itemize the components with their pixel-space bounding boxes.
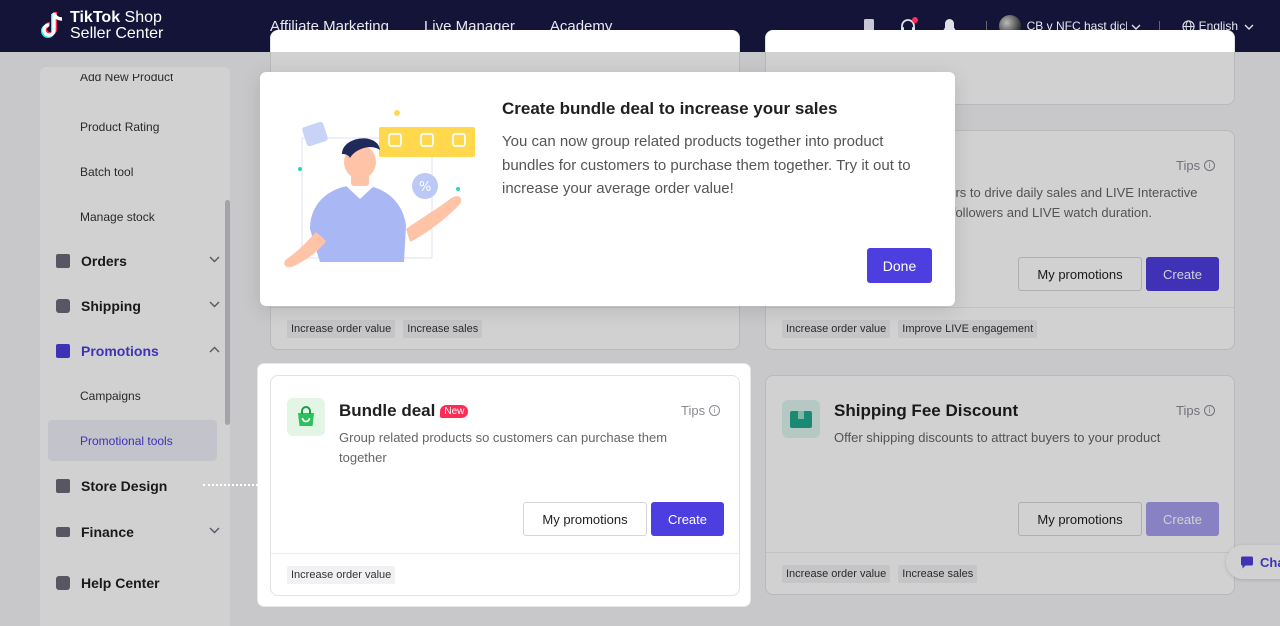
create-button[interactable]: Create xyxy=(651,502,724,536)
modal-body: You can now group related products toget… xyxy=(502,133,911,197)
illustration: % xyxy=(282,104,482,274)
done-button[interactable]: Done xyxy=(867,248,932,283)
shopping-bag-icon xyxy=(287,398,325,436)
info-icon: i xyxy=(709,405,721,416)
logo-brand: TikTok xyxy=(70,9,121,26)
bundle-deal-intro-modal: % Create bundle deal to increase your sa… xyxy=(260,72,955,306)
card-description: Group related products so customers can … xyxy=(339,430,668,465)
logo-shop: Shop xyxy=(120,9,162,26)
tiktok-shop-logo[interactable]: TikTok Shop Seller Center xyxy=(40,6,170,46)
connector-line xyxy=(203,484,258,486)
modal-title: Create bundle deal to increase your sale… xyxy=(502,99,838,118)
promo-card-bundle-deal: Bundle deal New Tips i Group related prod… xyxy=(270,375,740,596)
tips-link[interactable]: Tips i xyxy=(681,403,721,418)
notification-dot xyxy=(911,17,918,23)
chevron-down-icon[interactable] xyxy=(1244,19,1254,33)
highlight-frame: Bundle deal New Tips i Group related prod… xyxy=(258,364,750,606)
tiktok-logo-icon xyxy=(40,10,66,42)
person-with-bundle-illustration: % xyxy=(284,110,475,268)
new-badge: New xyxy=(440,404,469,418)
tag: Increase order value xyxy=(287,565,396,584)
my-promotions-button[interactable]: My promotions xyxy=(523,502,647,536)
svg-text:%: % xyxy=(419,180,431,195)
logo-subtitle: Seller Center xyxy=(70,25,164,42)
card-title: Bundle deal New xyxy=(339,401,469,421)
bundle-deal-title: Bundle deal xyxy=(339,401,436,420)
